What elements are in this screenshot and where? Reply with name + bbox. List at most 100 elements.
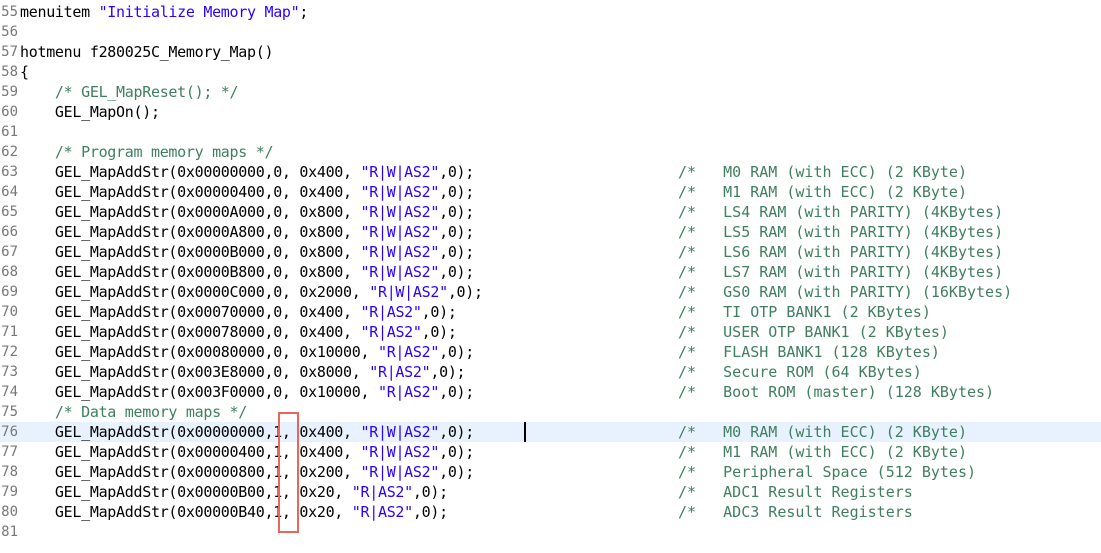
line-number: 81 <box>1 524 18 540</box>
code-line[interactable]: 68 GEL_MapAddStr(0x0000B800,0, 0x800, "R… <box>0 262 1101 282</box>
string-token: "R|W|AS2" <box>360 163 440 181</box>
trailing-comment: /* M0 RAM (with ECC) (2 KByte) <box>678 163 967 181</box>
code-text: GEL_MapAddStr(0x003F0000,0, 0x10000, "R|… <box>20 382 474 402</box>
code-token: GEL_MapAddStr(0x00000000,1, 0x400, <box>20 423 361 441</box>
code-line[interactable]: 63 GEL_MapAddStr(0x00000000,0, 0x400, "R… <box>0 162 1101 182</box>
code-token: ,0); <box>439 263 475 281</box>
code-token: ,0); <box>439 183 475 201</box>
code-text: { <box>20 62 29 82</box>
code-token: hotmenu f280025C_Memory_Map() <box>20 43 274 61</box>
code-line[interactable]: 59 /* GEL_MapReset(); */ <box>0 82 1101 102</box>
line-number: 70 <box>1 304 18 320</box>
code-token: GEL_MapAddStr(0x003F0000,0, 0x10000, <box>20 383 378 401</box>
code-text: GEL_MapAddStr(0x00000B40,1, 0x20, "R|AS2… <box>20 502 448 522</box>
code-line[interactable]: 65 GEL_MapAddStr(0x0000A000,0, 0x800, "R… <box>0 202 1101 222</box>
trailing-comment: /* USER OTP BANK1 (2 KBytes) <box>678 323 949 341</box>
code-line[interactable]: 78 GEL_MapAddStr(0x00000800,1, 0x200, "R… <box>0 462 1101 482</box>
line-number: 75 <box>1 404 18 420</box>
code-line[interactable]: 57 hotmenu f280025C_Memory_Map() <box>0 42 1101 62</box>
code-token: ,0); <box>439 163 475 181</box>
code-token: ,0); <box>439 443 475 461</box>
line-number: 80 <box>1 504 18 520</box>
line-number: 61 <box>1 124 18 140</box>
line-number: 59 <box>1 84 18 100</box>
string-token: "R|AS2" <box>377 383 440 401</box>
code-token: ,0); <box>439 203 475 221</box>
code-text: GEL_MapAddStr(0x00000400,0, 0x400, "R|W|… <box>20 182 474 202</box>
code-token: GEL_MapAddStr(0x00080000,0, 0x10000, <box>20 343 378 361</box>
code-line[interactable]: 79 GEL_MapAddStr(0x00000B00,1, 0x20, "R|… <box>0 482 1101 502</box>
code-token: GEL_MapAddStr(0x00000000,0, 0x400, <box>20 163 361 181</box>
code-line[interactable]: 77 GEL_MapAddStr(0x00000400,1, 0x400, "R… <box>0 442 1101 462</box>
string-token: "R|W|AS2" <box>360 203 440 221</box>
line-number: 55 <box>1 4 18 20</box>
code-token: ,0); <box>412 483 448 501</box>
line-number: 57 <box>1 44 18 60</box>
code-token: GEL_MapAddStr(0x00070000,0, 0x400, <box>20 303 361 321</box>
code-token: ; <box>299 3 309 21</box>
code-text: GEL_MapOn(); <box>20 102 160 122</box>
code-token: ,0); <box>412 503 448 521</box>
string-token: "Initialize Memory Map" <box>98 3 300 21</box>
line-number: 65 <box>1 204 18 220</box>
code-token: GEL_MapAddStr(0x0000B000,0, 0x800, <box>20 243 361 261</box>
line-number: 68 <box>1 264 18 280</box>
line-number: 60 <box>1 104 18 120</box>
code-line[interactable]: 60 GEL_MapOn(); <box>0 102 1101 122</box>
line-number: 56 <box>1 24 18 40</box>
code-line[interactable]: 62 /* Program memory maps */ <box>0 142 1101 162</box>
line-number: 67 <box>1 244 18 260</box>
code-text: GEL_MapAddStr(0x0000C000,0, 0x2000, "R|W… <box>20 282 483 302</box>
code-line[interactable]: 72 GEL_MapAddStr(0x00080000,0, 0x10000, … <box>0 342 1101 362</box>
code-line[interactable]: 61 <box>0 122 1101 142</box>
string-token: "R|W|AS2" <box>360 463 440 481</box>
code-token: ,0); <box>430 363 466 381</box>
code-line[interactable]: 58{ <box>0 62 1101 82</box>
line-number: 62 <box>1 144 18 160</box>
code-token: ,0); <box>439 423 475 441</box>
string-token: "R|W|AS2" <box>360 443 440 461</box>
string-token: "R|W|AS2" <box>369 283 448 301</box>
code-editor[interactable]: 55 menuitem "Initialize Memory Map"; 56 57 h… <box>0 0 1101 553</box>
code-text: GEL_MapAddStr(0x00000B00,1, 0x20, "R|AS2… <box>20 482 448 502</box>
trailing-comment: /* LS7 RAM (with PARITY) (4KBytes) <box>678 263 1004 281</box>
trailing-comment: /* M1 RAM (with ECC) (2 KByte) <box>678 183 967 201</box>
line-number: 64 <box>1 184 18 200</box>
code-text: menuitem "Initialize Memory Map"; <box>20 2 308 22</box>
code-token: ,0); <box>421 303 457 321</box>
trailing-comment: /* Peripheral Space (512 Bytes) <box>678 463 977 481</box>
line-number: 78 <box>1 464 18 480</box>
code-line[interactable]: 74 GEL_MapAddStr(0x003F0000,0, 0x10000, … <box>0 382 1101 402</box>
highlight-box <box>278 412 299 533</box>
code-token: ,0); <box>447 283 483 301</box>
code-line[interactable]: 81 <box>0 522 1101 542</box>
code-token: ,0); <box>439 243 475 261</box>
code-text: /* GEL_MapReset(); */ <box>20 82 239 102</box>
code-line[interactable]: 67 GEL_MapAddStr(0x0000B000,0, 0x800, "R… <box>0 242 1101 262</box>
line-number: 71 <box>1 324 18 340</box>
code-token: GEL_MapAddStr(0x00000B00,1, 0x20, <box>20 483 352 501</box>
string-token: "R|W|AS2" <box>360 223 440 241</box>
code-line[interactable]: 76 GEL_MapAddStr(0x00000000,1, 0x400, "R… <box>0 422 1101 442</box>
code-line[interactable]: 69 GEL_MapAddStr(0x0000C000,0, 0x2000, "… <box>0 282 1101 302</box>
code-line[interactable]: 56 <box>0 22 1101 42</box>
code-line[interactable]: 64 GEL_MapAddStr(0x00000400,0, 0x400, "R… <box>0 182 1101 202</box>
code-line[interactable]: 75 /* Data memory maps */ <box>0 402 1101 422</box>
line-number: 74 <box>1 384 18 400</box>
comment-token: /* Program memory maps */ <box>20 143 274 161</box>
code-line[interactable]: 55 menuitem "Initialize Memory Map"; <box>0 2 1101 22</box>
code-line[interactable]: 80 GEL_MapAddStr(0x00000B40,1, 0x20, "R|… <box>0 502 1101 522</box>
line-number: 69 <box>1 284 18 300</box>
code-text: GEL_MapAddStr(0x0000A800,0, 0x800, "R|W|… <box>20 222 474 242</box>
string-token: "R|W|AS2" <box>360 183 440 201</box>
code-line[interactable]: 71 GEL_MapAddStr(0x00078000,0, 0x400, "R… <box>0 322 1101 342</box>
string-token: "R|AS2" <box>351 483 413 501</box>
code-line[interactable]: 70 GEL_MapAddStr(0x00070000,0, 0x400, "R… <box>0 302 1101 322</box>
line-number: 72 <box>1 344 18 360</box>
code-line[interactable]: 66 GEL_MapAddStr(0x0000A800,0, 0x800, "R… <box>0 222 1101 242</box>
code-line[interactable]: 73 GEL_MapAddStr(0x003E8000,0, 0x8000, "… <box>0 362 1101 382</box>
string-token: "R|AS2" <box>377 343 440 361</box>
code-token: GEL_MapAddStr(0x0000A800,0, 0x800, <box>20 223 361 241</box>
trailing-comment: /* GS0 RAM (with PARITY) (16KBytes) <box>678 283 1013 301</box>
line-number: 63 <box>1 164 18 180</box>
